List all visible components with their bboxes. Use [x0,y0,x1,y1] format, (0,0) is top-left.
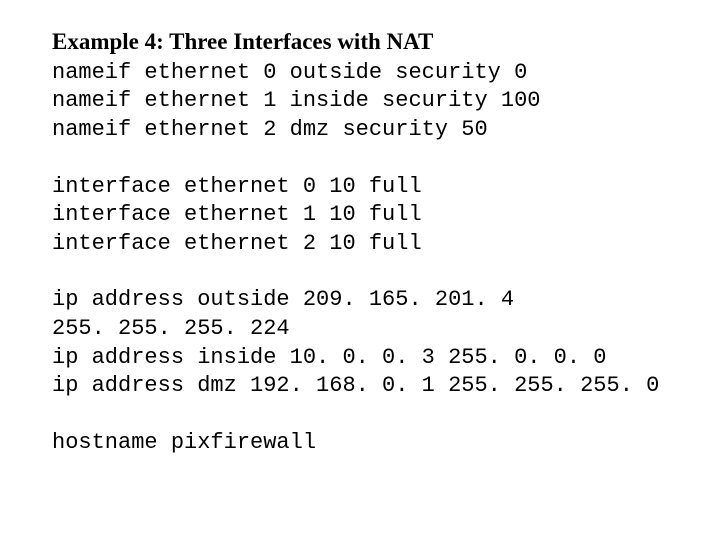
ip-address-block: ip address outside 209. 165. 201. 4 255.… [52,286,720,400]
example-heading: Example 4: Three Interfaces with NAT [52,28,720,57]
document-page: Example 4: Three Interfaces with NAT nam… [0,0,720,457]
interface-block: interface ethernet 0 10 full interface e… [52,173,720,259]
hostname-block: hostname pixfirewall [52,429,720,458]
spacer [52,145,720,171]
nameif-block: nameif ethernet 0 outside security 0 nam… [52,59,720,145]
spacer [52,258,720,284]
spacer [52,401,720,427]
